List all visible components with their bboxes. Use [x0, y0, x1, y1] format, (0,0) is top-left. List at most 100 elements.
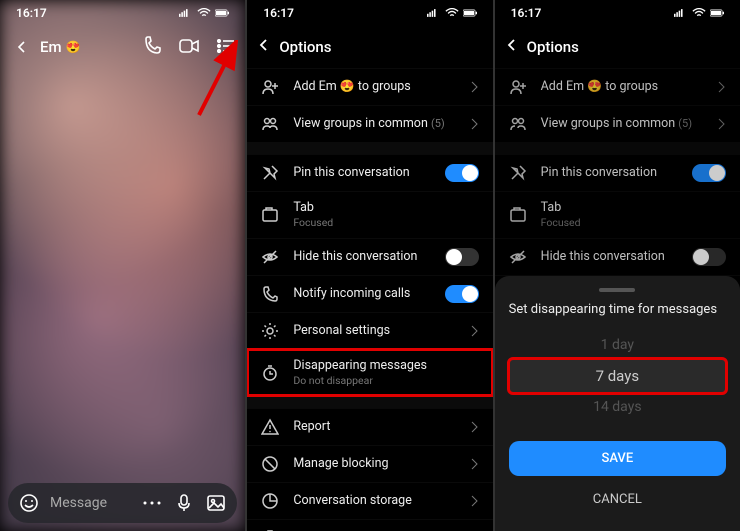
gear-icon — [261, 322, 279, 340]
group-icon — [509, 115, 527, 133]
voice-button[interactable] — [173, 494, 195, 512]
row-label: Pin this conversation — [541, 165, 678, 181]
add-user-icon — [261, 78, 279, 96]
status-time: 16:17 — [263, 6, 294, 20]
chevron-right-icon — [471, 420, 479, 434]
toggle-notify[interactable] — [445, 285, 479, 303]
row-pin: Pin this conversation — [495, 154, 740, 191]
options-header: Options — [247, 26, 492, 68]
chevron-left-icon — [505, 38, 519, 52]
pin-icon — [261, 164, 279, 182]
chevron-right-icon — [471, 117, 479, 131]
chevron-left-icon — [257, 38, 271, 52]
save-button[interactable]: SAVE — [509, 441, 726, 476]
status-bar: 16:17 — [495, 0, 740, 26]
divider — [495, 142, 740, 154]
signal-icon — [427, 8, 441, 18]
row-label: View groups in common (5) — [541, 116, 704, 132]
row-tab: Tab Focused — [495, 191, 740, 238]
tab-icon — [261, 206, 279, 224]
status-icons — [674, 8, 724, 18]
row-personal[interactable]: Personal settings — [247, 312, 492, 349]
warning-icon — [261, 418, 279, 436]
row-label: Hide this conversation — [541, 249, 678, 265]
row-add-to-groups: Add Em 😍 to groups — [495, 68, 740, 105]
row-label: Tab Focused — [541, 200, 726, 230]
picker-option-selected[interactable]: 7 days — [509, 359, 726, 393]
row-notify[interactable]: Notify incoming calls — [247, 275, 492, 312]
message-bar: Message — [8, 483, 237, 523]
row-add-to-groups[interactable]: Add Em 😍 to groups — [247, 68, 492, 105]
divider — [247, 396, 492, 408]
row-disappearing[interactable]: Disappearing messages Do not disappear — [247, 349, 492, 396]
mic-icon — [177, 494, 191, 512]
message-input[interactable]: Message — [50, 495, 131, 511]
row-label: Notify incoming calls — [293, 286, 430, 302]
wifi-icon — [445, 8, 459, 18]
row-label: Add Em 😍 to groups — [541, 79, 704, 95]
pin-icon — [509, 164, 527, 182]
signal-icon — [674, 8, 688, 18]
duration-picker[interactable]: 1 day 7 days 14 days — [509, 323, 726, 435]
row-pin[interactable]: Pin this conversation — [247, 154, 492, 191]
status-bar: 16:17 — [247, 0, 492, 26]
row-hide: Hide this conversation — [495, 238, 740, 275]
back-button[interactable] — [10, 40, 34, 54]
screen-options-sheet: 16:17 Options Add Em 😍 to groups View gr… — [495, 0, 740, 531]
contact-emoji-icon: 😍 — [66, 40, 81, 54]
options-title: Options — [279, 38, 331, 56]
options-list: Add Em 😍 to groups View groups in common… — [247, 68, 492, 531]
battery-icon — [463, 8, 477, 18]
row-label: Pin this conversation — [293, 165, 430, 181]
back-button[interactable] — [257, 38, 271, 56]
toggle-pin[interactable] — [445, 164, 479, 182]
picker-option[interactable]: 1 day — [509, 331, 726, 359]
options-header: Options — [495, 26, 740, 68]
smile-icon — [20, 494, 38, 512]
screen-chat: 16:17 Em 😍 — [0, 0, 245, 531]
row-label: Personal settings — [293, 323, 456, 339]
phone-icon — [143, 36, 161, 54]
cancel-button[interactable]: CANCEL — [509, 482, 726, 517]
row-storage[interactable]: Conversation storage — [247, 482, 492, 519]
row-manage-blocking[interactable]: Manage blocking — [247, 445, 492, 482]
status-bar: 16:17 — [0, 0, 245, 26]
image-button[interactable] — [205, 495, 227, 511]
row-label: Tab Focused — [293, 200, 478, 230]
wifi-icon — [692, 8, 706, 18]
heart-emoji-icon: 😍 — [587, 79, 602, 93]
row-label: Manage blocking — [293, 456, 456, 472]
status-icons — [179, 8, 229, 18]
chevron-right-icon — [718, 80, 726, 94]
row-report[interactable]: Report — [247, 408, 492, 445]
status-time: 16:17 — [511, 6, 542, 20]
tab-icon — [509, 206, 527, 224]
back-button[interactable] — [505, 38, 519, 56]
toggle-pin — [692, 164, 726, 182]
chevron-right-icon — [471, 494, 479, 508]
divider — [247, 142, 492, 154]
options-title: Options — [527, 38, 579, 56]
row-delete[interactable]: Delete chat history — [247, 519, 492, 531]
picker-option[interactable]: 14 days — [509, 393, 726, 421]
row-view-groups[interactable]: View groups in common (5) — [247, 105, 492, 142]
row-hide[interactable]: Hide this conversation — [247, 238, 492, 275]
toggle-hide[interactable] — [445, 248, 479, 266]
call-button[interactable] — [143, 36, 161, 58]
chevron-right-icon — [471, 80, 479, 94]
more-button[interactable] — [141, 499, 163, 507]
sheet-grabber[interactable] — [599, 288, 635, 292]
row-label: Add Em 😍 to groups — [293, 79, 456, 95]
row-label: Hide this conversation — [293, 249, 430, 265]
timer-icon — [261, 364, 279, 382]
chevron-right-icon — [718, 117, 726, 131]
battery-icon — [710, 8, 724, 18]
sticker-button[interactable] — [18, 494, 40, 512]
eye-off-icon — [261, 248, 279, 266]
timing-sheet: Set disappearing time for messages 1 day… — [495, 276, 740, 531]
row-tab[interactable]: Tab Focused — [247, 191, 492, 238]
signal-icon — [179, 8, 193, 18]
chat-title[interactable]: Em 😍 — [34, 38, 143, 56]
ellipsis-icon — [142, 499, 162, 507]
call-notify-icon — [261, 285, 279, 303]
